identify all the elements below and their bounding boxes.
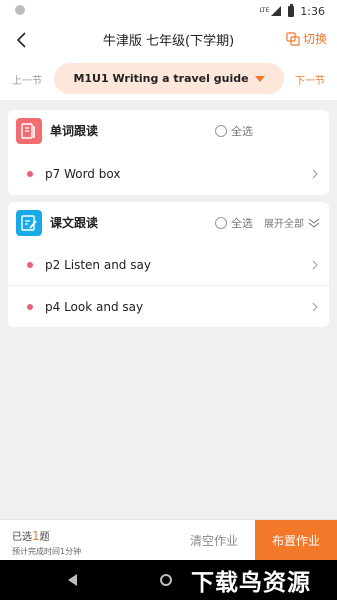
switch-label: 切换	[302, 32, 327, 46]
selected-prefix: 已选	[12, 532, 32, 543]
list-item-label: p7 Word box	[45, 167, 121, 181]
list-item-label: p2 Listen and say	[45, 258, 151, 272]
bullet-dot-icon	[27, 171, 33, 177]
status-bar: LTE 1:36	[0, 0, 337, 22]
section-selector[interactable]: M1U1 Writing a travel guide	[54, 63, 284, 94]
estimated-time: 预计完成时间1分钟	[12, 547, 82, 556]
expand-all-button[interactable]: 展开全部	[264, 215, 321, 230]
chevron-right-icon	[312, 260, 318, 270]
card-header: 课文跟读 全选 展开全部	[8, 202, 329, 242]
selected-suffix: 题	[39, 532, 50, 543]
word-reading-card: 单词跟读 全选 p7 Word box	[8, 110, 329, 195]
select-all-label: 全选	[231, 217, 253, 230]
assign-homework-button[interactable]: 布置作业	[255, 520, 337, 561]
notification-dot-icon	[15, 5, 25, 15]
selected-number: 1	[32, 529, 40, 543]
radio-icon	[215, 217, 227, 229]
card-title: 单词跟读	[50, 124, 99, 138]
switch-icon	[286, 31, 300, 46]
card-title: 课文跟读	[50, 216, 99, 230]
switch-button[interactable]: 切换	[286, 30, 327, 47]
bottom-action-bar: 已选1题 预计完成时间1分钟 清空作业 布置作业	[0, 519, 337, 561]
section-nav: 上一节 M1U1 Writing a travel guide 下一节	[0, 58, 337, 100]
clear-homework-button[interactable]: 清空作业	[176, 532, 252, 549]
word-book-icon	[16, 118, 42, 144]
battery-icon	[288, 3, 295, 17]
select-all-toggle[interactable]: 全选	[215, 215, 253, 231]
list-item[interactable]: p7 Word box	[8, 153, 329, 195]
double-chevron-down-icon	[308, 218, 320, 228]
list-item-label: p4 Look and say	[45, 300, 144, 314]
text-edit-icon	[16, 210, 42, 236]
signal-icon	[271, 6, 282, 16]
prev-section-button[interactable]: 上一节	[12, 72, 42, 87]
caret-down-icon	[254, 75, 265, 82]
list-item[interactable]: p4 Look and say	[8, 285, 329, 327]
expand-all-label: 展开全部	[264, 219, 304, 230]
watermark: 下载鸟资源	[191, 570, 311, 596]
network-type: LTE	[259, 7, 270, 14]
chevron-right-icon	[312, 169, 318, 179]
bullet-dot-icon	[27, 304, 33, 310]
text-reading-card: 课文跟读 全选 展开全部 p2 Listen and say p4 Look a…	[8, 202, 329, 327]
app-header: 牛津版 七年级(下学期) 切换	[0, 22, 337, 58]
chevron-right-icon	[312, 302, 318, 312]
select-all-toggle[interactable]: 全选	[215, 123, 253, 139]
current-section-label: M1U1 Writing a travel guide	[73, 72, 249, 85]
bullet-dot-icon	[27, 262, 33, 268]
nav-back-icon[interactable]	[68, 574, 77, 586]
selected-count: 已选1题	[12, 528, 50, 543]
list-item[interactable]: p2 Listen and say	[8, 244, 329, 286]
status-time: 1:36	[300, 4, 325, 18]
next-section-button[interactable]: 下一节	[295, 72, 325, 87]
select-all-label: 全选	[231, 125, 253, 138]
card-header: 单词跟读 全选	[8, 110, 329, 150]
radio-icon	[215, 125, 227, 137]
status-indicators: LTE 1:36	[259, 3, 325, 19]
